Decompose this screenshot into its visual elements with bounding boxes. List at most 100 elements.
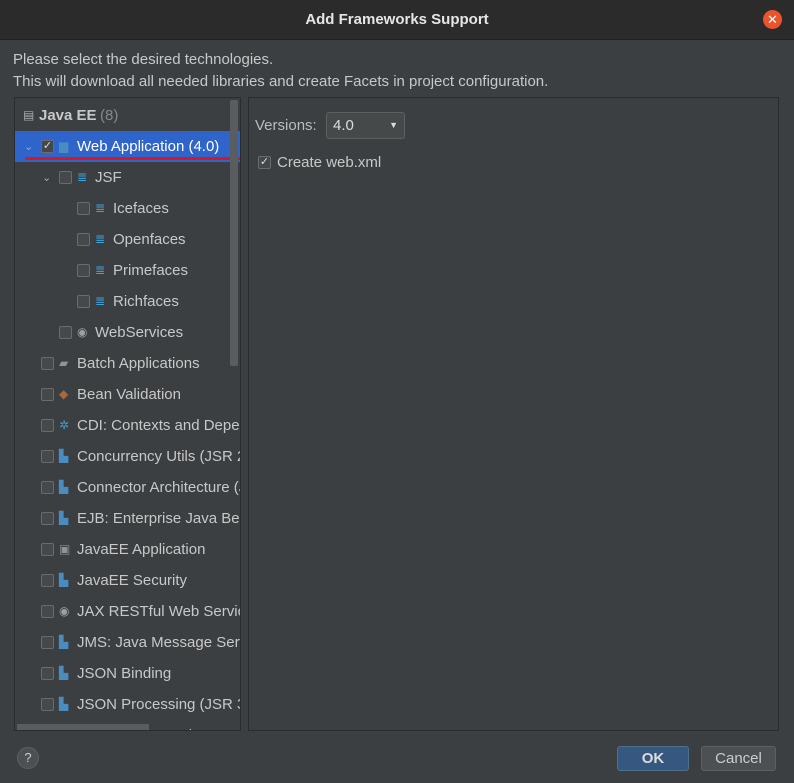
item-checkbox[interactable] <box>41 481 54 494</box>
item-checkbox[interactable] <box>59 326 72 339</box>
tree-item[interactable]: ≣ Primefaces <box>15 255 232 286</box>
dropdown-arrow-icon: ▼ <box>389 120 398 130</box>
description: Please select the desired technologies. … <box>13 49 548 93</box>
item-label: JAX RESTful Web Services <box>77 603 240 620</box>
create-webxml-checkbox[interactable]: ✓ <box>258 156 271 169</box>
item-label: JavaEE Security <box>77 572 188 589</box>
dialog-title: Add Frameworks Support <box>305 11 489 28</box>
description-line: This will download all needed libraries … <box>13 73 549 90</box>
javaee-icon: ▙ <box>59 666 69 680</box>
item-checkbox[interactable] <box>77 264 90 277</box>
item-checkbox[interactable]: ✓ <box>41 140 54 153</box>
settings-panel: Versions: 4.0 ▼ ✓ Create web.xml <box>248 97 779 731</box>
globe-icon: ◉ <box>59 604 70 618</box>
vertical-scrollbar[interactable] <box>230 100 238 366</box>
jsf-icon: ≣ <box>95 263 106 277</box>
chevron-down-icon[interactable]: ⌄ <box>42 171 51 184</box>
jsf-icon: ≣ <box>77 170 88 184</box>
item-label: Icefaces <box>113 200 169 217</box>
version-select[interactable]: 4.0 ▼ <box>326 112 405 139</box>
versions-label: Versions: <box>255 117 317 134</box>
item-label: CDI: Contexts and Dependency Injection <box>77 417 240 434</box>
jsf-icon: ≣ <box>95 201 106 215</box>
item-checkbox[interactable] <box>41 450 54 463</box>
group-count: (8) <box>100 107 119 124</box>
create-webxml-option[interactable]: ✓ Create web.xml <box>258 154 381 171</box>
tree-item[interactable]: ▙ Connector Architecture (JSR 322) <box>15 472 240 503</box>
tree-item[interactable]: ≣ Richfaces <box>15 286 232 317</box>
jsf-icon: ≣ <box>95 232 106 246</box>
javaee-group-icon: ▤ <box>23 108 35 122</box>
item-label: JSON Binding <box>77 665 172 682</box>
item-label: Concurrency Utils (JSR 236) <box>77 448 240 465</box>
item-checkbox[interactable] <box>41 543 54 556</box>
frameworks-tree[interactable]: ▤ Java EE (8) ⌄ ✓ ▆ Web Application (4.0) ⌄ ≣… <box>14 97 241 731</box>
item-checkbox[interactable] <box>41 512 54 525</box>
item-label: Batch Applications <box>77 355 200 372</box>
tree-item[interactable]: ◉ JAX RESTful Web Services <box>15 596 240 627</box>
folder-icon: ▰ <box>59 356 69 370</box>
item-label: Openfaces <box>113 231 186 248</box>
item-label: JavaEE Application <box>77 541 206 558</box>
item-checkbox[interactable] <box>77 202 90 215</box>
tree-item[interactable]: ≣ Openfaces <box>15 224 232 255</box>
create-webxml-label: Create web.xml <box>277 154 382 171</box>
javaee-icon: ▙ <box>59 573 69 587</box>
item-checkbox[interactable] <box>77 233 90 246</box>
item-checkbox[interactable] <box>41 698 54 711</box>
javaee-icon: ▙ <box>59 635 69 649</box>
tree-item[interactable]: ◉ WebServices <box>15 317 232 348</box>
tree-item[interactable]: ▙ JavaEE Security <box>15 565 232 596</box>
tree-item[interactable]: ▙ JSON Binding <box>15 658 232 689</box>
item-checkbox[interactable] <box>41 605 54 618</box>
horizontal-scrollbar[interactable] <box>17 724 149 730</box>
chevron-down-icon[interactable]: ⌄ <box>24 140 33 153</box>
jsf-icon: ≣ <box>95 294 106 308</box>
javaee-icon: ▙ <box>59 480 69 494</box>
item-checkbox[interactable] <box>41 388 54 401</box>
tree-group-java-ee: ▤ Java EE (8) <box>15 100 232 131</box>
javaee-icon: ▙ <box>59 697 69 711</box>
title-bar: Add Frameworks Support ✕ <box>0 0 794 40</box>
item-label: JMS: Java Message Service <box>77 634 240 651</box>
item-checkbox[interactable] <box>77 295 90 308</box>
item-label: EJB: Enterprise Java Beans <box>77 510 240 527</box>
item-label: JSF <box>95 169 122 186</box>
item-label: Richfaces <box>113 293 179 310</box>
red-annotation-underline <box>25 157 240 160</box>
tree-item[interactable]: ⌄ ≣ JSF <box>15 162 232 193</box>
item-checkbox[interactable] <box>41 357 54 370</box>
tree-item[interactable]: ▙ JMS: Java Message Service <box>15 627 240 658</box>
javaee-app-icon: ▣ <box>59 542 71 556</box>
tree-item[interactable]: ✲ CDI: Contexts and Dependency Injection <box>15 410 240 441</box>
tree-item[interactable]: ▰ Batch Applications <box>15 348 232 379</box>
tree-item[interactable]: ▙ Concurrency Utils (JSR 236) <box>15 441 240 472</box>
tree-item[interactable]: ◆ Bean Validation <box>15 379 232 410</box>
item-label: JSON Processing (JSR 353) <box>77 696 240 713</box>
item-label: WebServices <box>95 324 184 341</box>
item-checkbox[interactable] <box>41 667 54 680</box>
item-checkbox[interactable] <box>41 636 54 649</box>
close-button[interactable]: ✕ <box>763 10 782 29</box>
tree-item[interactable]: ▣ JavaEE Application <box>15 534 232 565</box>
item-label: Web Application (4.0) <box>77 138 220 155</box>
tree-item[interactable]: ▙ EJB: Enterprise Java Beans <box>15 503 240 534</box>
item-label: Bean Validation <box>77 386 181 403</box>
item-checkbox[interactable] <box>41 419 54 432</box>
description-line: Please select the desired technologies. <box>13 51 274 68</box>
version-value: 4.0 <box>333 117 354 134</box>
item-checkbox[interactable] <box>59 171 72 184</box>
ok-button[interactable]: OK <box>617 746 689 771</box>
cancel-button[interactable]: Cancel <box>701 746 776 771</box>
javaee-icon: ▙ <box>59 449 69 463</box>
item-checkbox[interactable] <box>41 574 54 587</box>
web-module-icon: ▆ <box>59 139 69 153</box>
item-label: Connector Architecture (JSR 322) <box>77 479 240 496</box>
help-button[interactable]: ? <box>17 747 39 769</box>
tree-item[interactable]: ▙ JSON Processing (JSR 353) <box>15 689 240 720</box>
tree-item[interactable]: ≣ Icefaces <box>15 193 232 224</box>
cdi-icon: ✲ <box>59 418 70 432</box>
group-label: Java EE <box>39 107 97 124</box>
bean-validation-icon: ◆ <box>59 387 69 401</box>
globe-icon: ◉ <box>77 325 88 339</box>
